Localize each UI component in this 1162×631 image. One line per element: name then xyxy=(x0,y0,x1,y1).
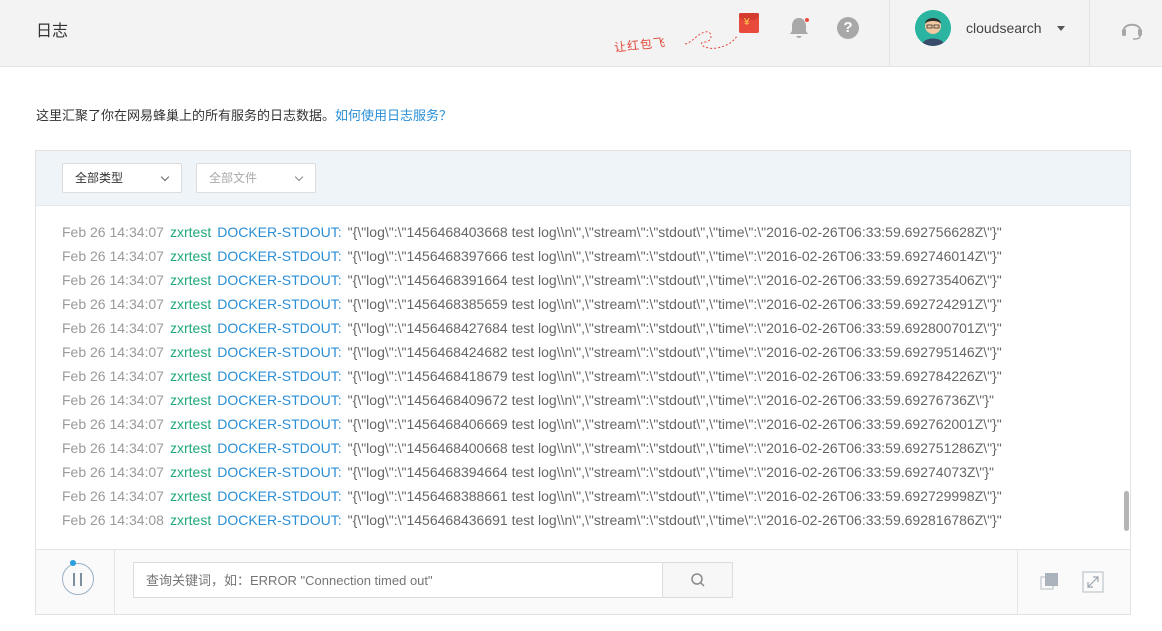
pause-button[interactable] xyxy=(62,563,94,595)
log-list[interactable]: Feb 26 14:34:07 zxrtest DOCKER-STDOUT: "{\"… xyxy=(36,207,1130,549)
log-line: Feb 26 14:34:07 zxrtest DOCKER-STDOUT: "{\"… xyxy=(62,368,1002,384)
log-line: Feb 26 14:34:07 zxrtest DOCKER-STDOUT: "{\"… xyxy=(62,392,994,408)
help-icon[interactable]: ? xyxy=(837,17,859,39)
log-scrollbar[interactable] xyxy=(1124,491,1129,531)
log-panel: 全部类型 全部文件 Feb 26 14:34:07 zxrtest DOCKER-S… xyxy=(35,150,1131,615)
log-line: Feb 26 14:34:07 zxrtest DOCKER-STDOUT: "{\"… xyxy=(62,344,1002,360)
toolbar-divider xyxy=(1017,550,1018,615)
log-line: Feb 26 14:34:07 zxrtest DOCKER-STDOUT: "{\"… xyxy=(62,440,1002,456)
chevron-down-icon xyxy=(294,172,304,182)
type-select[interactable]: 全部类型 xyxy=(62,163,182,193)
toolbar-divider xyxy=(114,550,115,615)
avatar[interactable] xyxy=(915,10,951,46)
log-line: Feb 26 14:34:07 zxrtest DOCKER-STDOUT: "{\"… xyxy=(62,224,1002,240)
live-indicator-dot xyxy=(70,560,76,566)
header-divider xyxy=(1089,0,1090,67)
log-line: Feb 26 14:34:07 zxrtest DOCKER-STDOUT: "{\"… xyxy=(62,272,1002,288)
search-button[interactable] xyxy=(662,562,733,598)
headset-icon[interactable] xyxy=(1120,17,1144,41)
log-toolbar xyxy=(36,549,1130,615)
pause-icon xyxy=(80,573,82,586)
type-select-value: 全部类型 xyxy=(75,171,124,185)
red-packet-icon[interactable] xyxy=(739,13,759,33)
log-line: Feb 26 14:34:07 zxrtest DOCKER-STDOUT: "{\"… xyxy=(62,464,994,480)
username-label[interactable]: cloudsearch xyxy=(966,20,1042,36)
page-description: 这里汇聚了你在网易蜂巢上的所有服务的日志数据。如何使用日志服务？ xyxy=(36,105,452,124)
chevron-down-icon xyxy=(160,172,170,182)
header-divider xyxy=(889,0,890,67)
file-select-value: 全部文件 xyxy=(209,171,258,185)
help-link[interactable]: 如何使用日志服务？ xyxy=(335,108,452,123)
log-line: Feb 26 14:34:07 zxrtest DOCKER-STDOUT: "{\"… xyxy=(62,248,1002,264)
page-title: 日志 xyxy=(36,23,69,40)
log-line: Feb 26 14:34:07 zxrtest DOCKER-STDOUT: "{\"… xyxy=(62,296,1002,312)
file-select[interactable]: 全部文件 xyxy=(196,163,316,193)
copy-icon[interactable] xyxy=(1039,571,1061,593)
search-input[interactable] xyxy=(133,562,663,598)
red-packet-label[interactable]: 让红包飞 xyxy=(613,33,667,55)
log-line: Feb 26 14:34:08 zxrtest DOCKER-STDOUT: "{\"… xyxy=(62,512,1002,528)
chevron-down-icon[interactable] xyxy=(1057,26,1065,31)
red-packet-curl-decoration xyxy=(684,31,738,49)
log-line: Feb 26 14:34:07 zxrtest DOCKER-STDOUT: "{\"… xyxy=(62,320,1002,336)
filter-bar: 全部类型 全部文件 xyxy=(36,151,1130,206)
search-icon xyxy=(691,573,705,587)
expand-icon[interactable] xyxy=(1082,571,1104,593)
pause-icon xyxy=(73,573,75,586)
top-header: 日志 让红包飞 ? cloudsearch xyxy=(0,0,1162,67)
log-line: Feb 26 14:34:07 zxrtest DOCKER-STDOUT: "{\"… xyxy=(62,488,1002,504)
notification-dot xyxy=(804,17,810,23)
log-line: Feb 26 14:34:07 zxrtest DOCKER-STDOUT: "{\"… xyxy=(62,416,1002,432)
description-text: 这里汇聚了你在网易蜂巢上的所有服务的日志数据。 xyxy=(36,108,336,123)
